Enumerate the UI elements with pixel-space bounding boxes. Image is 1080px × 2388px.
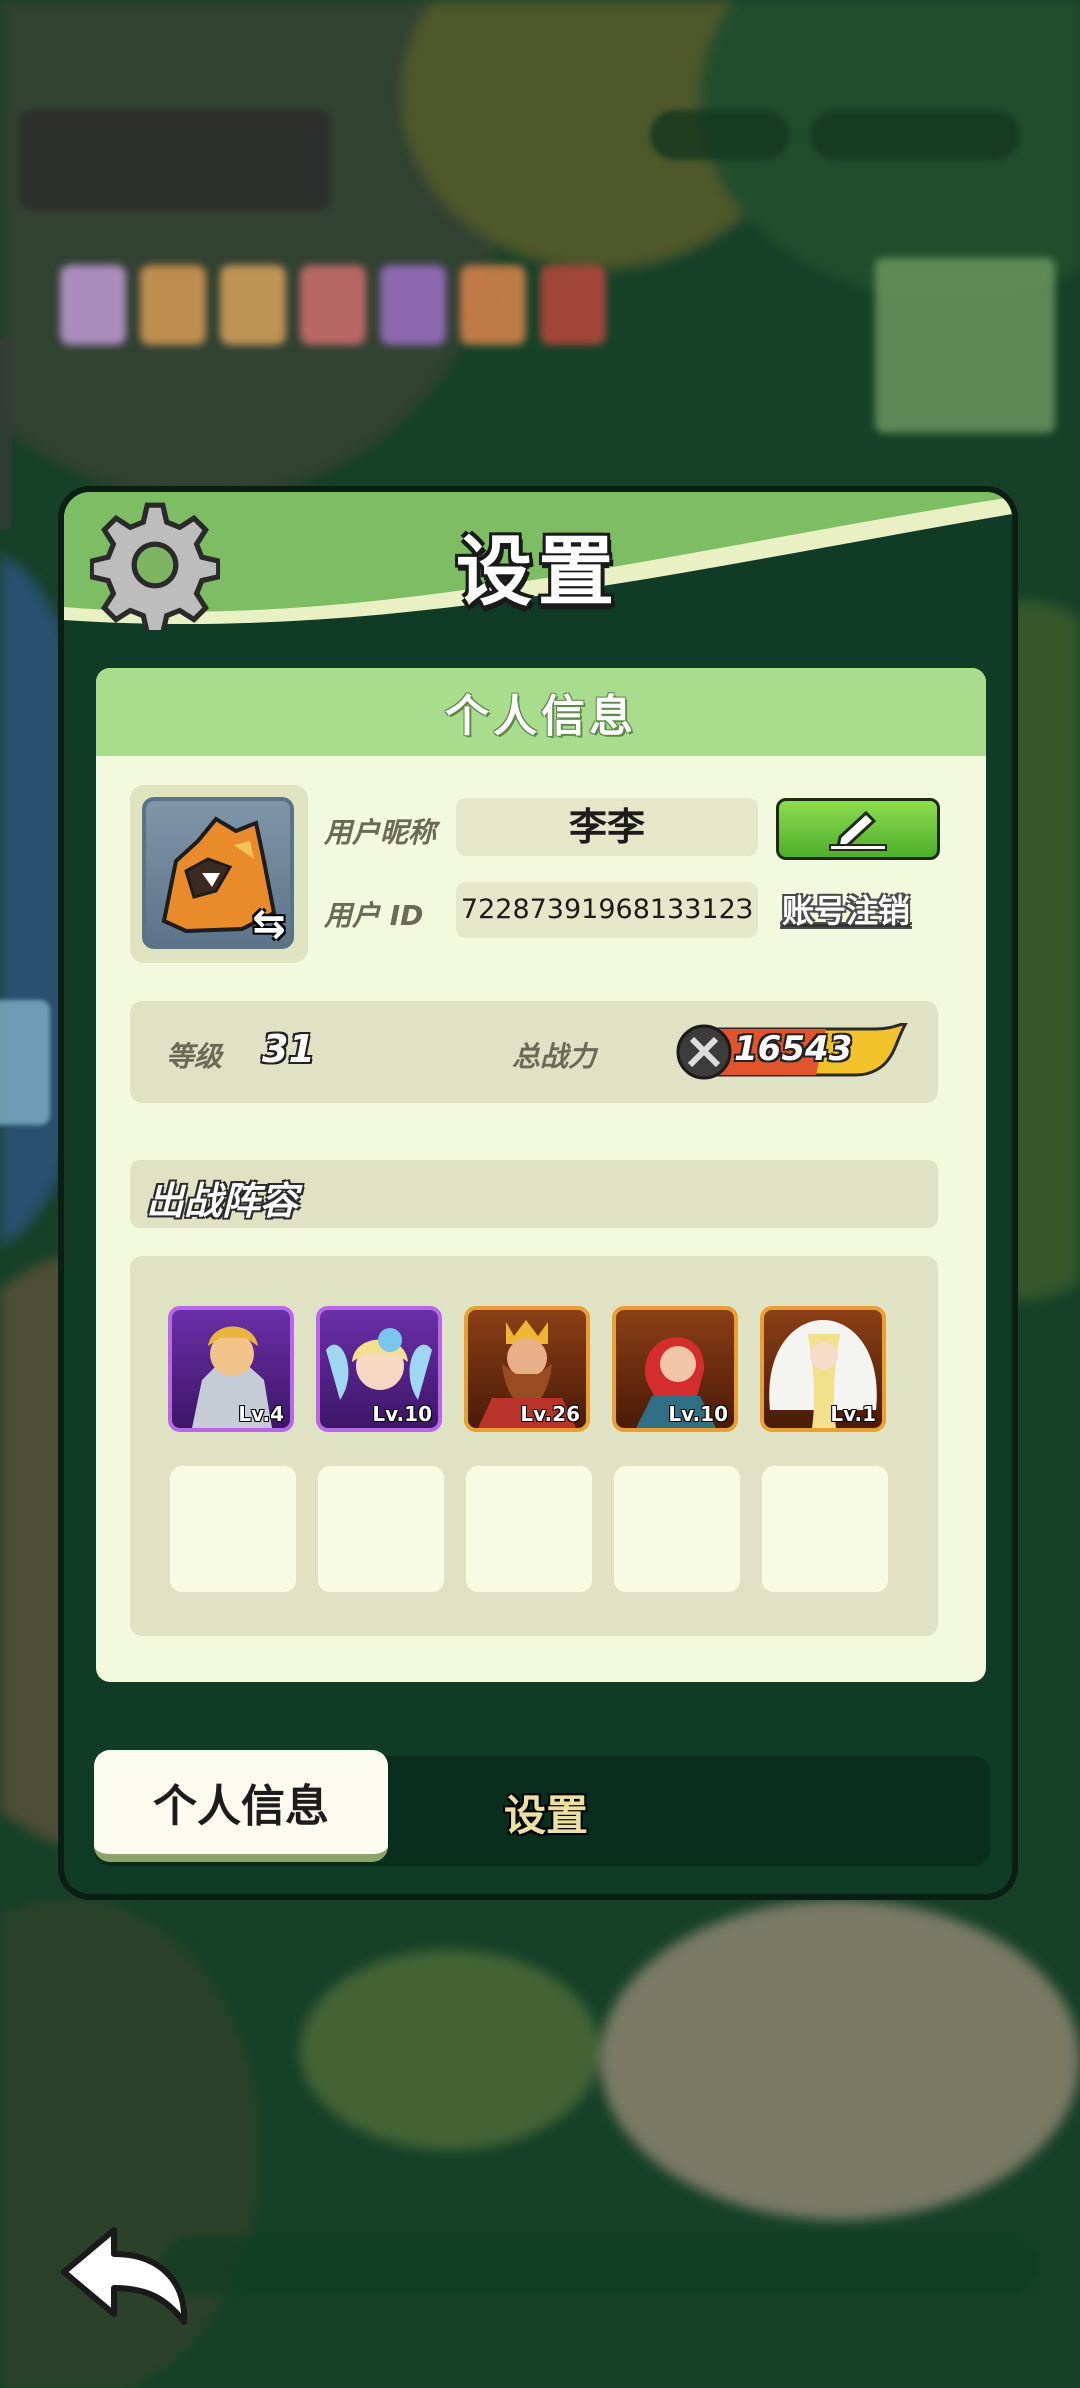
nickname-label: 用户昵称 [324, 816, 437, 849]
hero-level: Lv.10 [372, 1402, 432, 1426]
hero-slot-1[interactable]: Lv.4 [168, 1306, 294, 1432]
level-label: 等级 [166, 1040, 223, 1073]
pencil-icon [829, 810, 887, 851]
dialog-header: 设置 [64, 492, 1012, 642]
hero-level: Lv.26 [520, 1402, 580, 1426]
user-id-field: 7228739196813312З [456, 882, 758, 938]
empty-slot[interactable] [318, 1466, 444, 1592]
hero-level: Lv.4 [238, 1402, 284, 1426]
empty-slot[interactable] [614, 1466, 740, 1592]
avatar[interactable]: ⇆ [142, 797, 294, 949]
minimap [875, 258, 1055, 433]
cancel-account-link[interactable]: 账号注销 [782, 886, 910, 932]
level-value: 31 [262, 1027, 315, 1071]
player-hud [20, 110, 330, 210]
tab-settings[interactable]: 设置 [504, 1782, 588, 1843]
hud-hero-icon [220, 265, 286, 345]
hero-slot-3[interactable]: Lv.26 [464, 1306, 590, 1432]
stats-bar: 等级 31 总战力 16543 [130, 1001, 938, 1103]
hud-hero-icon [540, 265, 606, 345]
lineup-title: 出战阵容 [146, 1179, 299, 1223]
tab-profile-label: 个人信息 [153, 1781, 329, 1832]
dialog-tabs: 个人信息 设置 [94, 1750, 990, 1866]
hero-slot-4[interactable]: Lv.10 [612, 1306, 738, 1432]
back-arrow-icon[interactable] [56, 2222, 196, 2332]
profile-panel: 个人信息 ⇆ 用户昵称 李李 用户 ID 7228739196813312З 账… [96, 668, 986, 1682]
panel-header: 个人信息 [96, 668, 986, 756]
gem-counter [650, 110, 790, 160]
hud-hero-icon [60, 265, 126, 345]
side-tab [0, 340, 12, 530]
hud-hero-icon [380, 265, 446, 345]
side-device-icon [0, 1000, 50, 1125]
empty-slot[interactable] [762, 1466, 888, 1592]
lineup-header: 出战阵容 [130, 1160, 938, 1228]
power-badge: 16543 [676, 1020, 910, 1081]
hud-hero-icon [460, 265, 526, 345]
empty-slot[interactable] [170, 1466, 296, 1592]
dialog-title: 设置 [456, 527, 620, 616]
settings-dialog: 设置 个人信息 ⇆ 用户昵称 李李 用户 ID 7228739196813312… [58, 486, 1018, 1900]
edit-nickname-button[interactable] [776, 798, 940, 860]
tab-profile[interactable]: 个人信息 [94, 1750, 388, 1862]
empty-slot[interactable] [466, 1466, 592, 1592]
user-id-label: 用户 ID [324, 899, 424, 932]
hud-hero-icon [140, 265, 206, 345]
panel-title: 个人信息 [445, 691, 637, 742]
hero-slot-2[interactable]: Lv.10 [316, 1306, 442, 1432]
power-label: 总战力 [512, 1040, 597, 1073]
hud-hero-icon [300, 265, 366, 345]
lineup-box: Lv.4 Lv.10 Lv.26 Lv.10 Lv.1 [130, 1256, 938, 1636]
power-value: 16543 [734, 1029, 853, 1069]
hero-level: Lv.1 [830, 1402, 876, 1426]
hero-level: Lv.10 [668, 1402, 728, 1426]
gold-counter [810, 110, 1020, 160]
bottom-bar [160, 2236, 1040, 2296]
hero-slot-5[interactable]: Lv.1 [760, 1306, 886, 1432]
avatar-frame[interactable]: ⇆ [130, 785, 308, 963]
swap-avatar-icon[interactable]: ⇆ [244, 899, 290, 945]
nickname-field: 李李 [456, 798, 758, 856]
